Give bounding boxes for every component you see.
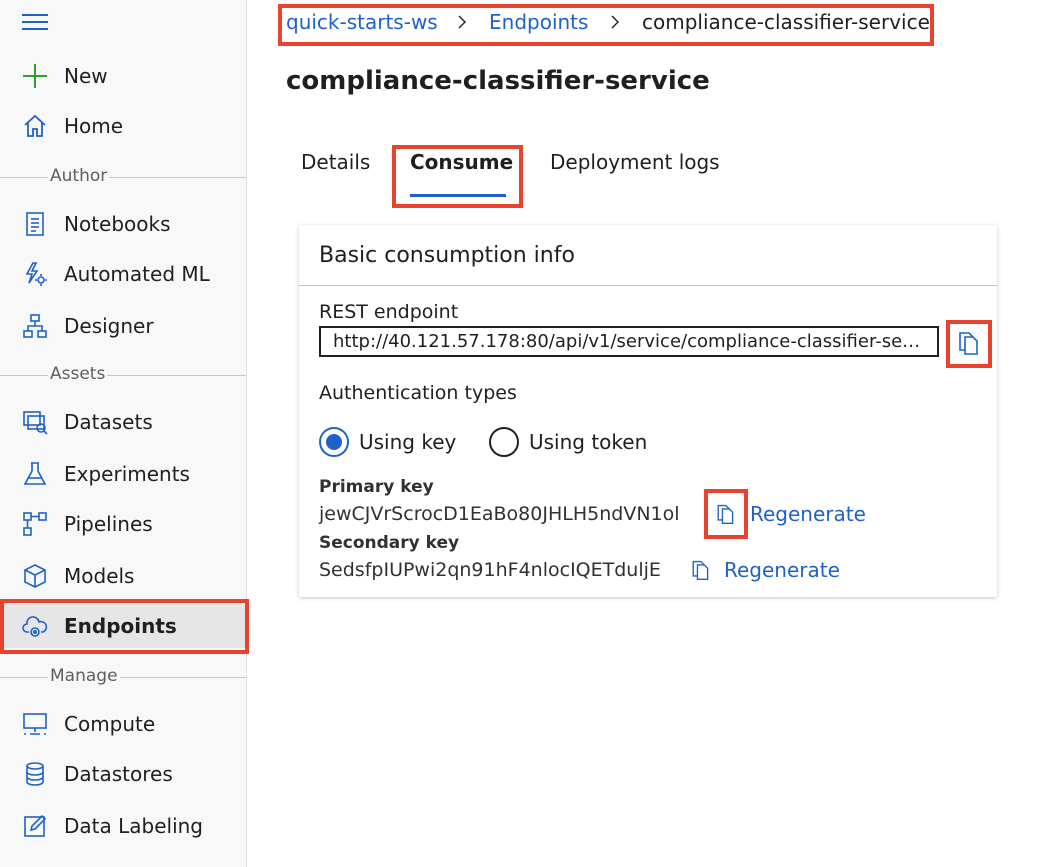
sidebar-item-label: Datastores xyxy=(64,762,173,786)
hamburger-icon[interactable] xyxy=(22,12,48,32)
sidebar-item-label: Compute xyxy=(64,712,156,736)
copy-icon xyxy=(692,560,709,580)
section-label: Manage xyxy=(48,666,120,686)
sidebar-item-compute[interactable]: Compute xyxy=(0,702,246,746)
cloud-endpoint-icon xyxy=(22,613,48,639)
active-tab-indicator xyxy=(410,194,506,197)
sidebar-item-label: Pipelines xyxy=(64,512,153,536)
sidebar-item-label: Automated ML xyxy=(64,262,210,286)
radio-label: Using token xyxy=(529,430,648,454)
authentication-types-label: Authentication types xyxy=(319,382,517,404)
sidebar-item-label: Notebooks xyxy=(64,212,171,236)
cube-icon xyxy=(22,563,48,589)
sidebar-item-automated-ml[interactable]: Automated ML xyxy=(0,252,246,296)
rest-endpoint-field[interactable]: http://40.121.57.178:80/api/v1/service/c… xyxy=(319,326,939,357)
secondary-key-value: SedsfpIUPwi2qn91hF4nlocIQETduljE xyxy=(319,559,661,581)
primary-key-label: Primary key xyxy=(319,477,434,497)
sidebar-item-label: Designer xyxy=(64,314,154,338)
sidebar-item-label: Datasets xyxy=(64,410,153,434)
copy-icon xyxy=(959,332,978,355)
rest-endpoint-label: REST endpoint xyxy=(319,301,459,323)
sidebar-item-label: Data Labeling xyxy=(64,814,203,838)
radio-label: Using key xyxy=(359,430,457,454)
pipeline-icon xyxy=(22,511,48,537)
section-author: Author xyxy=(0,166,246,188)
sidebar-item-datastores[interactable]: Datastores xyxy=(0,752,246,796)
notebook-icon xyxy=(22,211,48,237)
section-assets: Assets xyxy=(0,364,246,386)
home-icon xyxy=(22,113,48,139)
new-button[interactable]: New xyxy=(0,54,246,98)
flask-icon xyxy=(22,461,48,487)
chevron-right-icon xyxy=(455,14,469,29)
consumption-info-card: Basic consumption info REST endpoint htt… xyxy=(299,225,997,597)
section-label: Author xyxy=(48,166,110,186)
copy-primary-key-button[interactable] xyxy=(713,502,737,526)
sidebar-item-pipelines[interactable]: Pipelines xyxy=(0,502,246,546)
tab-deployment-logs[interactable]: Deployment logs xyxy=(550,150,720,174)
dataset-icon xyxy=(22,409,48,435)
sidebar-item-home[interactable]: Home xyxy=(0,104,246,148)
edit-icon xyxy=(22,813,48,839)
sidebar-item-datasets[interactable]: Datasets xyxy=(0,400,246,444)
breadcrumb-endpoints[interactable]: Endpoints xyxy=(489,10,588,34)
radio-using-token[interactable]: Using token xyxy=(489,427,647,457)
sidebar-item-experiments[interactable]: Experiments xyxy=(0,452,246,496)
chevron-right-icon xyxy=(608,14,622,29)
sidebar-item-designer[interactable]: Designer xyxy=(0,304,246,348)
sidebar-item-label: Models xyxy=(64,564,135,588)
monitor-icon xyxy=(22,711,48,737)
radio-using-key[interactable]: Using key xyxy=(319,427,456,457)
section-label: Assets xyxy=(48,364,108,384)
copy-secondary-key-button[interactable] xyxy=(688,558,712,582)
breadcrumb-current: compliance-classifier-service xyxy=(642,10,930,34)
copy-icon xyxy=(717,504,734,524)
page-title: compliance-classifier-service xyxy=(286,66,710,96)
sidebar-item-models[interactable]: Models xyxy=(0,554,246,598)
sidebar-item-endpoints[interactable]: Endpoints xyxy=(0,604,246,648)
regenerate-secondary-key-link[interactable]: Regenerate xyxy=(724,558,840,582)
tab-details[interactable]: Details xyxy=(301,150,370,174)
new-label: New xyxy=(64,64,108,88)
sidebar-item-label: Endpoints xyxy=(64,614,177,638)
database-icon xyxy=(22,761,48,787)
secondary-key-label: Secondary key xyxy=(319,533,460,553)
lightning-gear-icon xyxy=(22,261,48,287)
radio-button[interactable] xyxy=(489,427,519,457)
breadcrumb-workspace[interactable]: quick-starts-ws xyxy=(286,10,438,34)
sidebar-item-notebooks[interactable]: Notebooks xyxy=(0,202,246,246)
sidebar-item-label: Experiments xyxy=(64,462,190,486)
tab-consume[interactable]: Consume xyxy=(410,150,513,174)
plus-icon xyxy=(22,63,48,89)
card-title: Basic consumption info xyxy=(319,243,575,268)
section-manage: Manage xyxy=(0,666,246,688)
sidebar: New Home Author Notebooks Automated ML D… xyxy=(0,0,249,867)
hierarchy-icon xyxy=(22,313,48,339)
radio-button-selected[interactable] xyxy=(319,427,349,457)
copy-endpoint-button[interactable] xyxy=(954,329,982,357)
primary-key-value: jewCJVrScrocD1EaBo80JHLH5ndVN1ol xyxy=(319,503,680,525)
regenerate-primary-key-link[interactable]: Regenerate xyxy=(750,502,866,526)
sidebar-item-label: Home xyxy=(64,114,124,138)
divider xyxy=(299,285,997,286)
sidebar-item-data-labeling[interactable]: Data Labeling xyxy=(0,804,246,848)
